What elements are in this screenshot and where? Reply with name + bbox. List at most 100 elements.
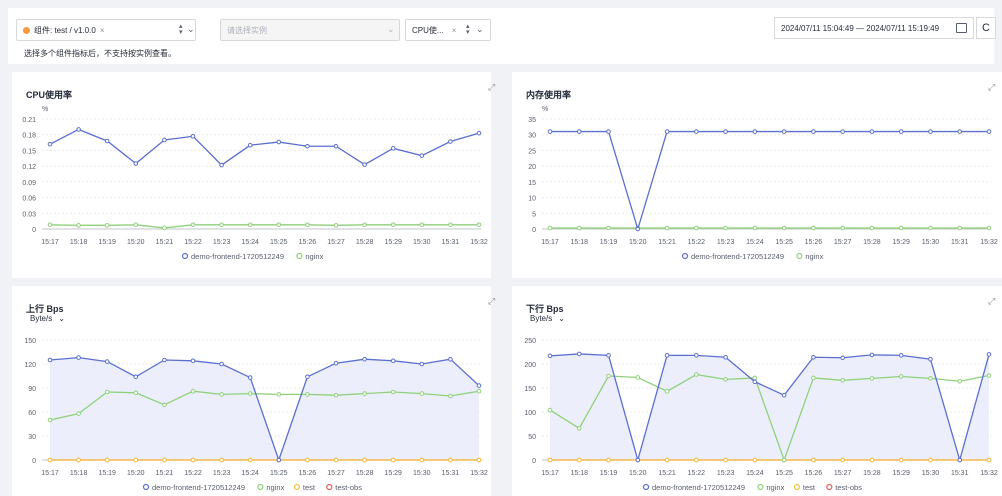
data-point [723, 457, 728, 463]
time-range-picker[interactable]: 2024/07/11 15:04:49 — 2024/07/11 15:19:4… [774, 17, 974, 39]
legend-marker[interactable] [826, 483, 833, 491]
legend-marker[interactable] [793, 483, 800, 491]
data-point [898, 129, 904, 134]
close-icon[interactable]: × [452, 26, 457, 35]
data-point [752, 457, 758, 463]
data-point [419, 153, 425, 158]
data-point [957, 378, 963, 384]
data-point [664, 129, 670, 134]
legend-item[interactable]: test [803, 483, 816, 492]
data-point [781, 225, 787, 231]
legend-marker[interactable] [757, 483, 764, 491]
close-icon[interactable]: × [100, 26, 105, 35]
data-point [752, 375, 758, 381]
data-point [635, 375, 641, 380]
data-point [390, 222, 396, 228]
y-tick-label: 0.06 [22, 196, 36, 203]
data-point [333, 360, 339, 366]
refresh-button[interactable]: C [976, 17, 996, 39]
legend-item[interactable]: demo-frontend-1720512249 [191, 252, 284, 261]
y-tick-label: 200 [524, 362, 536, 369]
legend-item[interactable]: test-obs [835, 483, 862, 492]
data-point [419, 391, 425, 396]
x-tick-label: 15:32 [470, 239, 488, 246]
x-tick-label: 15:20 [127, 239, 145, 246]
x-tick-label: 15:27 [834, 239, 852, 246]
x-tick-label: 15:31 [442, 470, 460, 477]
legend-item[interactable]: demo-frontend-1720512249 [152, 483, 245, 492]
data-point [190, 133, 196, 139]
legend-marker[interactable] [681, 252, 689, 260]
data-point [694, 129, 699, 134]
legend-marker[interactable] [257, 483, 264, 491]
legend-marker[interactable] [142, 483, 150, 491]
legend-marker[interactable] [296, 252, 303, 260]
data-point [133, 390, 139, 396]
data-point [362, 391, 367, 396]
legend-item[interactable]: demo-frontend-1720512249 [691, 252, 784, 261]
data-point [576, 225, 582, 231]
data-point [448, 356, 453, 362]
metric-select[interactable]: CPU使... × ▴ ▾ ⌄ [405, 19, 491, 41]
y-tick-label: 0.03 [22, 211, 36, 218]
data-point [898, 353, 904, 358]
data-point [664, 353, 670, 358]
data-point [476, 457, 482, 463]
data-point [162, 402, 167, 408]
x-tick-label: 15:27 [327, 470, 345, 477]
data-point [362, 457, 367, 463]
data-point [547, 457, 553, 463]
legend-item[interactable]: nginx [305, 252, 323, 261]
y-tick-label: 0 [32, 458, 36, 465]
legend-item[interactable]: nginx [805, 252, 823, 261]
x-tick-label: 15:17 [41, 239, 59, 246]
y-tick-label: 100 [524, 410, 536, 417]
data-point [162, 225, 167, 231]
legend-item[interactable]: demo-frontend-1720512249 [652, 483, 745, 492]
x-tick-label: 15:21 [658, 239, 676, 246]
chevron-down-icon[interactable]: ⌄ [187, 24, 195, 35]
data-point [811, 457, 816, 463]
x-tick-label: 15:29 [384, 239, 402, 246]
y-tick-label: 10 [528, 196, 536, 203]
sort-icon[interactable]: ▴ ▾ [179, 23, 183, 36]
y-tick-label: 0.12 [22, 164, 36, 171]
chevron-down-icon[interactable]: ⌄ [476, 24, 484, 35]
x-tick-label: 15:22 [184, 470, 202, 477]
legend-marker[interactable] [181, 252, 189, 260]
legend-item[interactable]: nginx [266, 483, 284, 492]
data-point [305, 374, 310, 380]
legend-marker[interactable] [293, 483, 300, 491]
data-point [898, 457, 904, 463]
sort-icon[interactable]: ▴ ▾ [466, 23, 470, 36]
data-point [276, 392, 282, 397]
data-point [694, 353, 699, 358]
legend-marker[interactable] [326, 483, 333, 491]
data-point [219, 162, 224, 168]
x-tick-label: 15:17 [541, 470, 559, 477]
data-point [547, 407, 553, 413]
calendar-icon[interactable] [956, 23, 967, 33]
instance-select[interactable]: 请选择实例 ⌄ [220, 19, 400, 41]
data-point [104, 389, 110, 395]
data-point [133, 222, 139, 228]
data-point [333, 143, 339, 149]
data-point [276, 139, 282, 145]
legend-item[interactable]: nginx [766, 483, 784, 492]
legend-item[interactable]: test-obs [335, 483, 362, 492]
data-point [957, 129, 963, 134]
legend-marker[interactable] [642, 483, 650, 491]
data-point [752, 129, 758, 134]
data-point [723, 129, 728, 134]
cpu-chart-panel: CPU使用率 ⤢ % 0 0.03 0.06 0.09 0.12 0.15 0.18 0.21… [12, 72, 495, 278]
component-select[interactable]: 组件: test / v1.0.0 × ▴ ▾ ⌄ [16, 19, 196, 41]
x-tick-label: 15:30 [922, 470, 940, 477]
data-point [390, 146, 396, 151]
data-point [104, 359, 110, 364]
data-point [133, 457, 139, 463]
legend-marker[interactable] [796, 252, 803, 260]
y-tick-label: 0.15 [22, 148, 36, 155]
legend-item[interactable]: test [303, 483, 316, 492]
x-tick-label: 15:32 [980, 470, 998, 477]
data-point [305, 392, 310, 397]
